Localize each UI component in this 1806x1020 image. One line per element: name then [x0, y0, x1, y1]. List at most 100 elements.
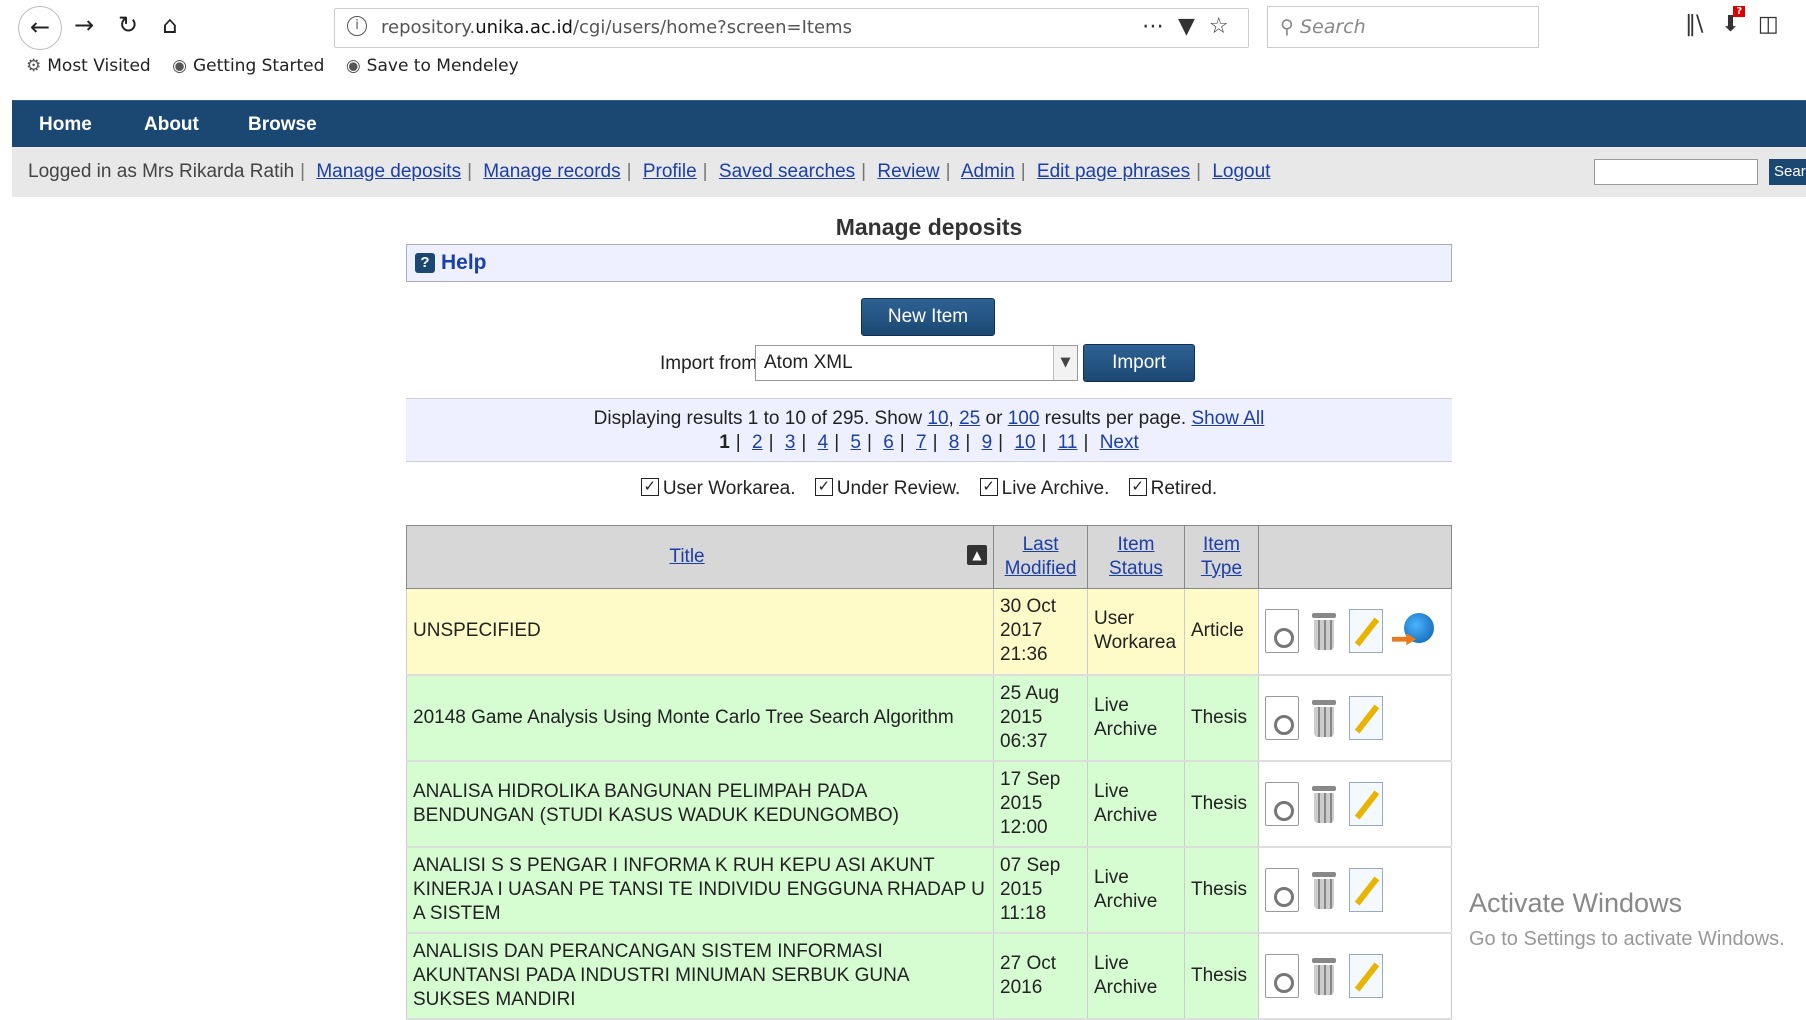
chevron-down-icon: ▼ [1053, 346, 1077, 380]
edit-icon[interactable] [1348, 781, 1383, 826]
delete-icon[interactable] [1308, 696, 1340, 740]
filter-live-archive[interactable]: ✓ Live Archive. [979, 477, 1109, 499]
url-prefix: repository. [381, 17, 476, 38]
sort-type-link[interactable]: Item Type [1201, 534, 1242, 579]
row-type: Thesis [1183, 932, 1259, 1020]
page-title: Manage deposits [835, 214, 1023, 240]
col-last-modified: Last Modified [993, 525, 1088, 589]
page-link[interactable]: 9 [982, 432, 993, 453]
link-manage-deposits[interactable]: Manage deposits [316, 161, 461, 182]
per-page-100[interactable]: 100 [1008, 408, 1040, 429]
sort-status-link[interactable]: Item Status [1109, 534, 1163, 579]
link-saved-searches[interactable]: Saved searches [719, 161, 855, 182]
link-admin[interactable]: Admin [961, 161, 1015, 182]
bookmark-getting-started[interactable]: ◉ Getting Started [172, 56, 324, 76]
reload-icon[interactable]: ↻ [110, 10, 146, 40]
filter-retired[interactable]: ✓ Retired. [1128, 477, 1217, 499]
page-link[interactable]: 7 [916, 432, 927, 453]
link-profile[interactable]: Profile [643, 161, 697, 182]
row-date: 27 Oct 2016 [993, 932, 1088, 1020]
deposit-icon[interactable] [1392, 609, 1436, 653]
link-edit-page-phrases[interactable]: Edit page phrases [1037, 161, 1190, 182]
page-link[interactable]: 6 [883, 432, 894, 453]
delete-icon[interactable] [1308, 782, 1340, 826]
view-icon[interactable] [1264, 953, 1299, 998]
page-link[interactable]: 2 [752, 432, 763, 453]
more-icon[interactable]: ⋯ [1142, 14, 1164, 39]
site-search-input[interactable] [1594, 159, 1758, 185]
view-icon[interactable] [1264, 695, 1299, 740]
items-table: Title ▲ Last Modified Item Status Item Type … [405, 525, 1453, 1020]
address-bar[interactable]: i repository.unika.ac.id/cgi/users/home?s… [334, 8, 1249, 48]
delete-icon[interactable] [1308, 609, 1340, 653]
link-review[interactable]: Review [877, 161, 939, 182]
bookmark-most-visited[interactable]: ⚙ Most Visited [26, 56, 151, 76]
per-page-10[interactable]: 10 [927, 408, 948, 429]
sort-title-link[interactable]: Title [669, 546, 704, 567]
back-icon[interactable]: ← [18, 6, 62, 50]
help-box[interactable]: ? Help [406, 244, 1452, 282]
edit-icon[interactable] [1348, 867, 1383, 912]
bookmark-save-to-mendeley[interactable]: ◉ Save to Mendeley [346, 56, 519, 76]
page-link[interactable]: 8 [949, 432, 960, 453]
checkbox-checked-icon[interactable]: ✓ [979, 477, 998, 496]
link-manage-records[interactable]: Manage records [483, 161, 620, 182]
filter-user-workarea[interactable]: ✓ User Workarea. [640, 477, 796, 499]
page-link[interactable]: 10 [1014, 432, 1035, 453]
checkbox-checked-icon[interactable]: ✓ [1128, 477, 1147, 496]
row-type: Thesis [1183, 846, 1259, 934]
browser-search-input[interactable]: ⚲ Search [1267, 6, 1539, 48]
row-title: ANALISI S S PENGAR I INFORMA K RUH KEPU … [405, 846, 995, 934]
nav-browse[interactable]: Browse [248, 101, 317, 148]
checkbox-checked-icon[interactable]: ✓ [814, 477, 833, 496]
next-link[interactable]: Next [1100, 432, 1139, 453]
table-row: ANALISA HIDROLIKA BANGUNAN PELIMPAH PADA… [405, 760, 1453, 848]
edit-icon[interactable] [1348, 953, 1383, 998]
import-button[interactable]: Import [1083, 344, 1195, 382]
show-all-link[interactable]: Show All [1191, 408, 1264, 429]
sidebar-icon[interactable]: ◫ [1758, 12, 1779, 37]
url-domain: unika.ac.id [475, 17, 573, 38]
checkbox-checked-icon[interactable]: ✓ [640, 477, 659, 496]
info-icon[interactable]: i [347, 16, 367, 36]
sort-last-modified-link[interactable]: Last Modified [1005, 534, 1077, 579]
link-logout[interactable]: Logout [1212, 161, 1270, 182]
nav-home[interactable]: Home [39, 101, 92, 148]
url-path: /cgi/users/home?screen=Items [572, 17, 852, 38]
filter-under-review[interactable]: ✓ Under Review. [814, 477, 960, 499]
view-icon[interactable] [1264, 781, 1299, 826]
per-page-25[interactable]: 25 [959, 408, 980, 429]
home-icon[interactable]: ⌂ [152, 10, 188, 40]
site-search-button[interactable]: Sear [1769, 159, 1806, 185]
url-actions: ⋯ ▼ ☆ [1142, 10, 1243, 44]
pocket-icon[interactable]: ▼ [1178, 14, 1195, 39]
edit-icon[interactable] [1348, 609, 1383, 654]
view-icon[interactable] [1264, 867, 1299, 912]
row-status: Live Archive [1087, 760, 1185, 848]
col-actions [1257, 525, 1453, 589]
delete-icon[interactable] [1308, 954, 1340, 998]
delete-icon[interactable] [1308, 868, 1340, 912]
help-icon: ? [415, 253, 435, 273]
import-format-select[interactable]: Atom XML ▼ [755, 345, 1078, 381]
page-link[interactable]: 11 [1058, 432, 1078, 453]
gear-icon: ⚙ [26, 56, 42, 76]
bookmark-star-icon[interactable]: ☆ [1209, 14, 1229, 39]
edit-icon[interactable] [1348, 695, 1383, 740]
download-icon[interactable]: ⬇? [1721, 6, 1746, 37]
table-row: ANALISIS DAN PERANCANGAN SISTEM INFORMAS… [405, 932, 1453, 1020]
page-link[interactable]: 5 [850, 432, 861, 453]
paging-box: Displaying results 1 to 10 of 295. Show … [406, 398, 1452, 462]
nav-about[interactable]: About [144, 101, 199, 148]
row-actions [1257, 674, 1453, 762]
row-date: 25 Aug 2015 06:37 [993, 674, 1088, 762]
row-status: Live Archive [1087, 674, 1185, 762]
page-link[interactable]: 3 [785, 432, 796, 453]
sort-asc-icon[interactable]: ▲ [967, 545, 988, 565]
new-item-button[interactable]: New Item [861, 298, 995, 336]
forward-icon[interactable]: → [66, 10, 102, 40]
view-icon[interactable] [1264, 609, 1299, 654]
import-label: Import from [660, 353, 758, 374]
page-link[interactable]: 4 [818, 432, 829, 453]
library-icon[interactable]: ‖\ [1685, 12, 1703, 37]
